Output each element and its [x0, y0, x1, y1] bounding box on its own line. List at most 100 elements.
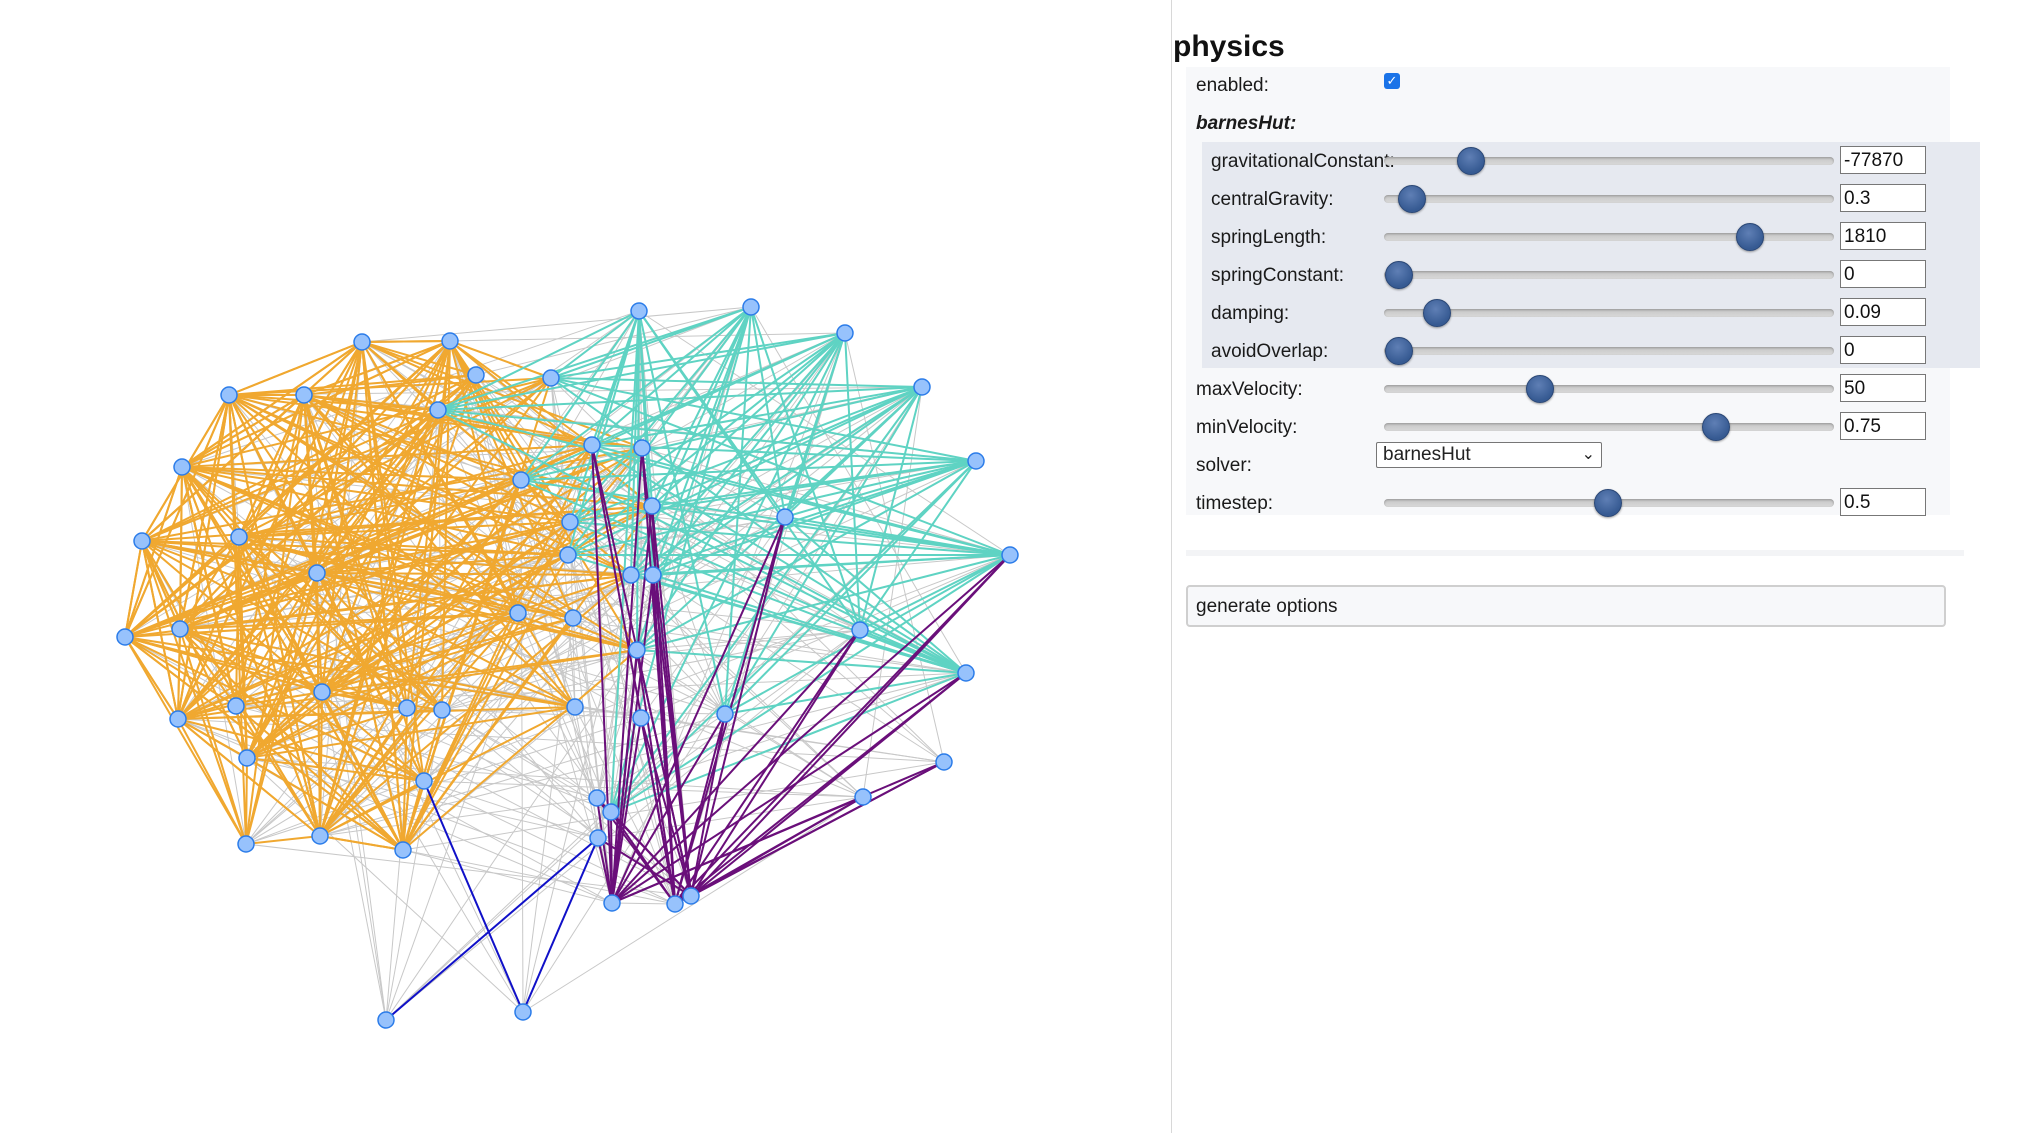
- avoid-overlap-input[interactable]: 0: [1840, 336, 1926, 364]
- graph-node[interactable]: [643, 497, 661, 515]
- min-velocity-slider[interactable]: [1384, 413, 1834, 441]
- spring-length-slider[interactable]: [1384, 223, 1834, 251]
- graph-node[interactable]: [836, 324, 854, 342]
- slider-knob[interactable]: [1398, 185, 1426, 213]
- graph-node[interactable]: [238, 749, 256, 767]
- barneshut-section-label: barnesHut:: [1196, 113, 1297, 134]
- max-velocity-input[interactable]: 50: [1840, 374, 1926, 402]
- graph-node[interactable]: [311, 827, 329, 845]
- graph-node[interactable]: [514, 1003, 532, 1021]
- graph-node[interactable]: [394, 841, 412, 859]
- graph-node[interactable]: [602, 803, 620, 821]
- graph-node[interactable]: [429, 401, 447, 419]
- gravitational-constant-slider[interactable]: [1384, 147, 1834, 175]
- graph-node[interactable]: [415, 772, 433, 790]
- central-gravity-slider[interactable]: [1384, 185, 1834, 213]
- graph-node[interactable]: [628, 641, 646, 659]
- separator: [1186, 550, 1964, 556]
- section-title-physics: physics: [1173, 30, 1285, 63]
- graph-node[interactable]: [632, 709, 650, 727]
- graph-node[interactable]: [220, 386, 238, 404]
- graph-node[interactable]: [512, 471, 530, 489]
- max-velocity-label: maxVelocity:: [1196, 379, 1303, 400]
- graph-node[interactable]: [583, 436, 601, 454]
- graph-node[interactable]: [854, 788, 872, 806]
- graph-node[interactable]: [353, 333, 371, 351]
- graph-node[interactable]: [776, 508, 794, 526]
- graph-node[interactable]: [630, 302, 648, 320]
- avoid-overlap-slider[interactable]: [1384, 337, 1834, 365]
- graph-node[interactable]: [542, 369, 560, 387]
- graph-node[interactable]: [171, 620, 189, 638]
- max-velocity-slider[interactable]: [1384, 375, 1834, 403]
- network-graph[interactable]: [0, 0, 1170, 1133]
- graph-node[interactable]: [313, 683, 331, 701]
- graph-node[interactable]: [1001, 546, 1019, 564]
- graph-node[interactable]: [633, 439, 651, 457]
- graph-node[interactable]: [913, 378, 931, 396]
- graph-node[interactable]: [398, 699, 416, 717]
- slider-knob[interactable]: [1384, 261, 1413, 289]
- damping-slider[interactable]: [1384, 299, 1834, 327]
- graph-node[interactable]: [509, 604, 527, 622]
- edge-teal: [520, 479, 967, 674]
- slider-knob[interactable]: [1593, 489, 1622, 517]
- graph-node[interactable]: [116, 628, 134, 646]
- graph-node[interactable]: [589, 829, 607, 847]
- graph-node[interactable]: [433, 701, 451, 719]
- enabled-checkbox[interactable]: ✓: [1384, 73, 1400, 89]
- damping-input[interactable]: 0.09: [1840, 298, 1926, 326]
- graph-node[interactable]: [644, 566, 662, 584]
- graph-node[interactable]: [716, 705, 734, 723]
- gravitational-constant-input[interactable]: -77870: [1840, 146, 1926, 174]
- graph-node[interactable]: [561, 513, 579, 531]
- graph-node[interactable]: [603, 894, 621, 912]
- slider-knob[interactable]: [1701, 413, 1730, 441]
- graph-node[interactable]: [666, 895, 684, 913]
- edge-orange: [361, 340, 451, 343]
- graph-node[interactable]: [564, 609, 582, 627]
- graph-node[interactable]: [742, 298, 760, 316]
- graph-node[interactable]: [467, 366, 485, 384]
- damping-label: damping:: [1211, 303, 1290, 324]
- graph-node[interactable]: [230, 528, 248, 546]
- spring-length-label: springLength:: [1211, 227, 1327, 248]
- graph-node[interactable]: [133, 532, 151, 550]
- barneshut-options-background: [1202, 142, 1980, 368]
- timestep-label: timestep:: [1196, 493, 1274, 514]
- min-velocity-input[interactable]: 0.75: [1840, 412, 1926, 440]
- timestep-input[interactable]: 0.5: [1840, 488, 1926, 516]
- slider-knob[interactable]: [1735, 223, 1764, 251]
- graph-node[interactable]: [173, 458, 191, 476]
- network-canvas[interactable]: [0, 0, 1170, 1133]
- central-gravity-input[interactable]: 0.3: [1840, 184, 1926, 212]
- central-gravity-label: centralGravity:: [1211, 189, 1334, 210]
- edge: [449, 332, 846, 342]
- solver-select[interactable]: barnesHut ⌄: [1376, 442, 1602, 468]
- slider-knob[interactable]: [1456, 147, 1485, 175]
- graph-node[interactable]: [559, 546, 577, 564]
- graph-node[interactable]: [377, 1011, 395, 1029]
- graph-node[interactable]: [682, 887, 700, 905]
- graph-node[interactable]: [588, 789, 606, 807]
- graph-node[interactable]: [851, 621, 869, 639]
- graph-node[interactable]: [295, 386, 313, 404]
- spring-constant-slider[interactable]: [1384, 261, 1834, 289]
- graph-node[interactable]: [967, 452, 985, 470]
- graph-node[interactable]: [169, 710, 187, 728]
- spring-length-input[interactable]: 1810: [1840, 222, 1926, 250]
- generate-options-button[interactable]: generate options: [1186, 585, 1946, 627]
- graph-node[interactable]: [237, 835, 255, 853]
- graph-node[interactable]: [308, 564, 326, 582]
- graph-node[interactable]: [566, 698, 584, 716]
- graph-node[interactable]: [441, 332, 459, 350]
- slider-knob[interactable]: [1422, 299, 1451, 327]
- graph-node[interactable]: [957, 664, 975, 682]
- graph-node[interactable]: [227, 697, 245, 715]
- graph-node[interactable]: [935, 753, 953, 771]
- timestep-slider[interactable]: [1384, 489, 1834, 517]
- spring-constant-input[interactable]: 0: [1840, 260, 1926, 288]
- panel-divider: [1171, 0, 1172, 1133]
- graph-node[interactable]: [622, 566, 640, 584]
- slider-knob[interactable]: [1384, 337, 1413, 365]
